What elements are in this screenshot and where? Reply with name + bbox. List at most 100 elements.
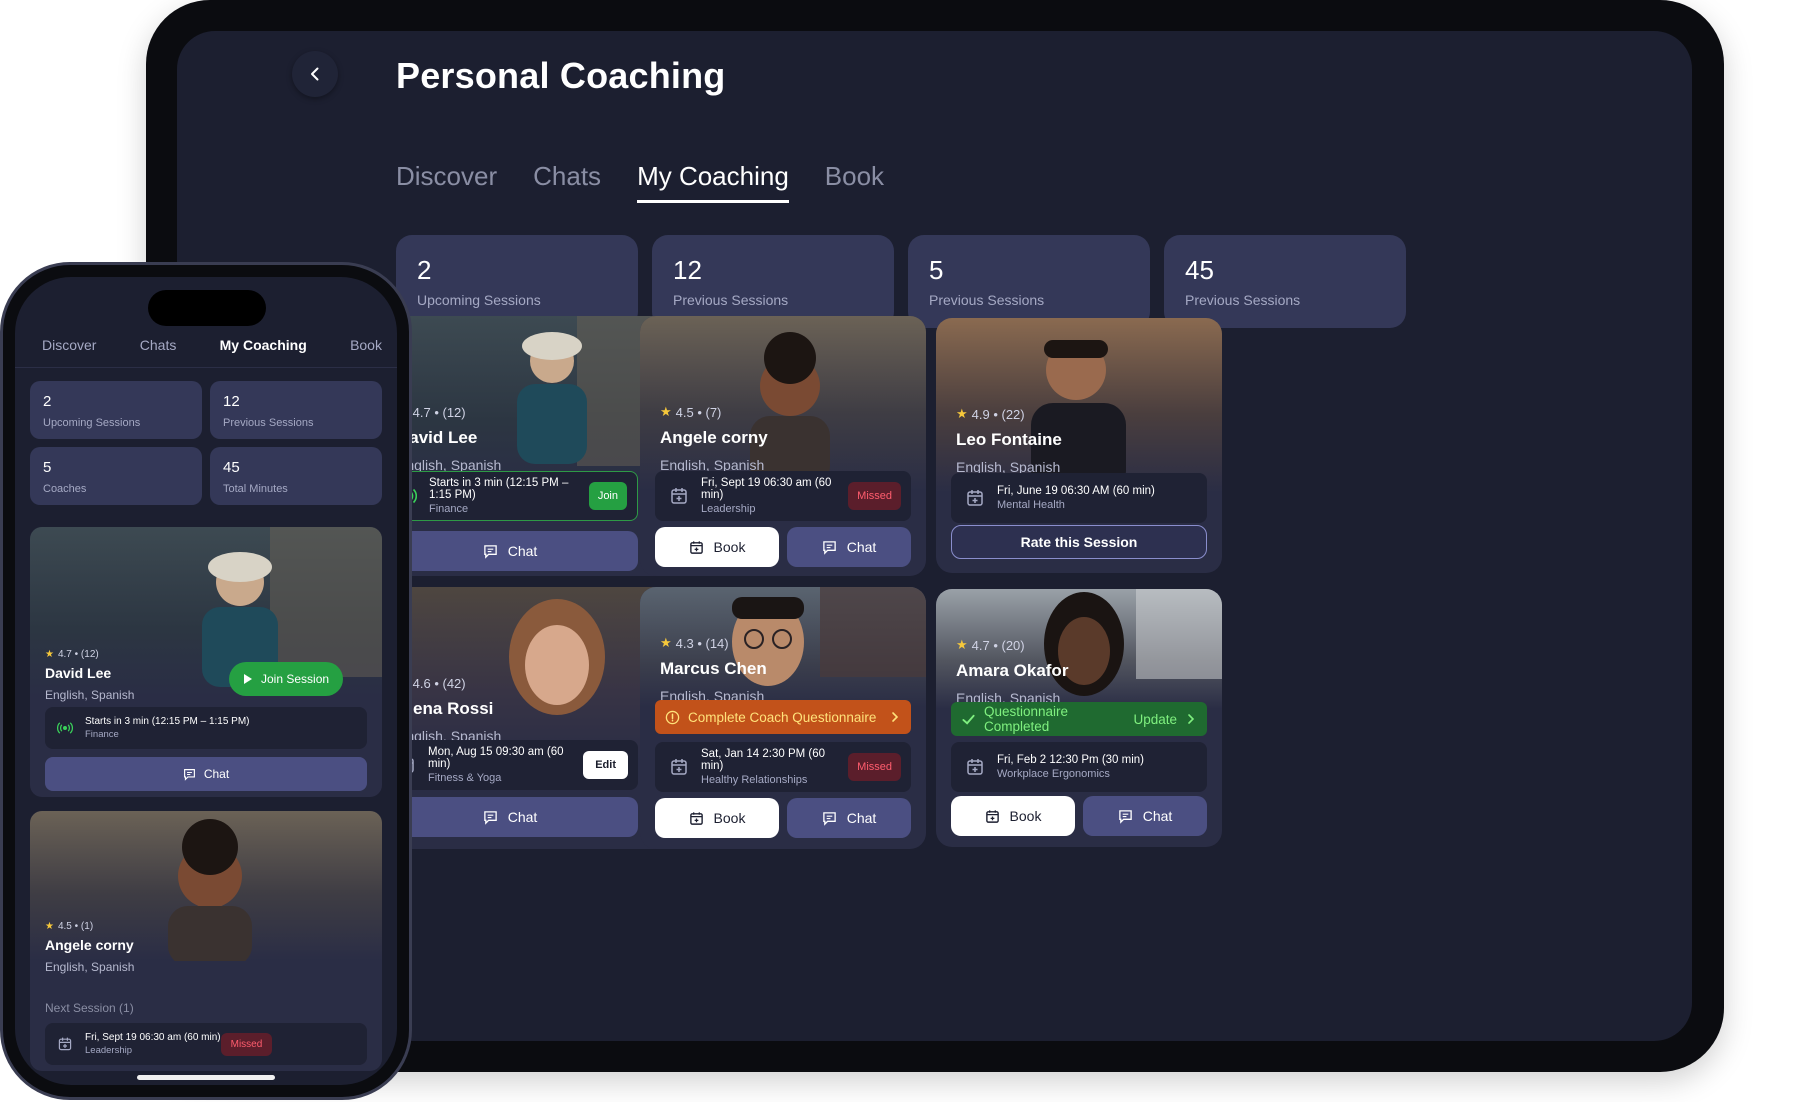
chat-label: Chat: [203, 767, 230, 781]
coach-card-elena-rossi[interactable]: ★4.6 • (42) Elena Rossi English, Spanish…: [377, 587, 684, 849]
book-button[interactable]: Book: [655, 798, 779, 838]
coach-rating: ★4.7 • (12): [397, 404, 501, 420]
coach-rating: ★4.6 • (42): [397, 675, 501, 691]
home-indicator[interactable]: [137, 1075, 275, 1080]
stat-card: 12 Previous Sessions: [210, 381, 382, 439]
chat-button[interactable]: Chat: [382, 797, 638, 837]
chat-label: Chat: [507, 543, 538, 559]
tab-my-coaching[interactable]: My Coaching: [637, 161, 789, 203]
chat-label: Chat: [846, 539, 877, 555]
rating-text: 4.7 • (20): [971, 637, 1025, 653]
tab-discover[interactable]: Discover: [42, 337, 96, 353]
session-time: Fri, Sept 19 06:30 am (60 min): [85, 1032, 221, 1043]
session-row[interactable]: Fri, Sept 19 06:30 am (60 min) Leadership…: [655, 471, 911, 521]
coach-name: Angele corny: [660, 428, 768, 447]
page-title: Personal Coaching: [396, 55, 726, 96]
rate-label: Rate this Session: [1020, 534, 1138, 550]
chevron-right-icon: [892, 712, 899, 722]
session-topic: Workplace Ergonomics: [997, 768, 1110, 780]
coach-rating: ★ 4.7 • (20): [956, 637, 1068, 653]
coach-card-angele-corny[interactable]: ★ 4.5 • (7) Angele corny English, Spanish…: [640, 316, 926, 576]
coach-card-marcus-chen[interactable]: ★ 4.3 • (14) Marcus Chen English, Spanish…: [640, 587, 926, 849]
chat-button[interactable]: Chat: [1083, 796, 1207, 836]
chat-bubble-icon: [483, 810, 497, 825]
coach-rating: ★ 4.5 • (7): [660, 404, 768, 420]
session-time: Fri, Feb 2 12:30 Pm (30 min): [997, 754, 1144, 766]
chevron-left-icon: [311, 67, 319, 81]
phone-tab-bar: Discover Chats My Coaching Book: [42, 337, 382, 353]
session-topic: Leadership: [85, 1045, 133, 1056]
join-session-button[interactable]: Join Session: [229, 662, 344, 696]
coach-name: Elena Rossi: [397, 699, 494, 718]
session-row[interactable]: Sat, Jan 14 2:30 PM (60 min) Healthy Rela…: [655, 742, 911, 792]
chat-label: Chat: [1142, 808, 1173, 824]
chat-button[interactable]: Chat: [45, 757, 367, 791]
coach-info: ★ 4.5 • (7) Angele corny English, Spanish: [660, 404, 768, 473]
coach-card-leo-fontaine[interactable]: ★ 4.9 • (22) Leo Fontaine English, Spanis…: [936, 318, 1222, 573]
stat-value: 45: [223, 459, 240, 476]
session-topic: Finance: [85, 729, 119, 740]
stat-value: 12: [673, 255, 702, 285]
rate-session-button[interactable]: Rate this Session: [951, 525, 1207, 559]
calendar-icon: [967, 759, 983, 775]
session-row[interactable]: Mon, Aug 15 09:30 am (60 min) Fitness & Y…: [382, 740, 638, 790]
coach-card-david-lee[interactable]: ★4.7 • (12) David Lee English, Spanish S…: [377, 316, 684, 576]
chat-button[interactable]: Chat: [382, 531, 638, 571]
session-row[interactable]: Fri, June 19 06:30 AM (60 min) Mental Hea…: [951, 473, 1207, 523]
chat-button[interactable]: Chat: [787, 798, 911, 838]
star-icon: ★: [660, 635, 672, 650]
session-row[interactable]: Starts in 3 min (12:15 PM – 1:15 PM) Fina…: [45, 707, 367, 749]
calendar-icon: [671, 488, 687, 504]
coach-name: Amara Okafor: [956, 661, 1069, 680]
session-row[interactable]: Fri, Sept 19 06:30 am (60 min) Leadership…: [45, 1023, 367, 1065]
questionnaire-banner[interactable]: Complete Coach Questionnaire: [655, 700, 911, 734]
stat-card: 2 Upcoming Sessions: [396, 235, 638, 328]
book-label: Book: [713, 810, 746, 826]
star-icon: ★: [45, 649, 54, 660]
play-icon: [244, 674, 252, 684]
book-button[interactable]: Book: [655, 527, 779, 567]
phone-stats-grid: 2 Upcoming Sessions 12 Previous Sessions 5…: [30, 381, 382, 505]
session-time: Starts in 3 min (12:15 PM – 1:15 PM): [85, 716, 250, 727]
book-button[interactable]: Book: [951, 796, 1075, 836]
tab-discover[interactable]: Discover: [396, 161, 497, 203]
tab-chats[interactable]: Chats: [533, 161, 601, 203]
coach-card-angele-corny[interactable]: ★ 4.5 • (1) Angele corny English, Spanish…: [30, 811, 382, 1071]
calendar-icon: [58, 1037, 72, 1051]
session-time: Sat, Jan 14 2:30 PM (60 min): [701, 748, 826, 772]
tab-book[interactable]: Book: [825, 161, 884, 203]
rating-text: 4.3 • (14): [675, 635, 729, 651]
stat-card: 12 Previous Sessions: [652, 235, 894, 328]
missed-badge: Missed: [220, 1032, 273, 1056]
star-icon: ★: [45, 921, 54, 932]
tab-my-coaching[interactable]: My Coaching: [220, 337, 307, 353]
dynamic-island: [148, 290, 266, 326]
stat-label: Upcoming Sessions: [43, 417, 141, 429]
chat-bubble-icon: [1118, 809, 1132, 824]
session-time: Starts in 3 min (12:15 PM – 1:15 PM): [429, 477, 569, 501]
book-label: Book: [713, 539, 746, 555]
session-row[interactable]: Starts in 3 min (12:15 PM – 1:15 PM) Fina…: [382, 471, 638, 521]
questionnaire-completed-banner[interactable]: Questionnaire Completed Update: [951, 702, 1207, 736]
stat-card: 5 Previous Sessions: [908, 235, 1150, 328]
chat-button[interactable]: Chat: [787, 527, 911, 567]
tab-book[interactable]: Book: [350, 337, 382, 353]
tab-chats[interactable]: Chats: [140, 337, 177, 353]
join-button[interactable]: Join: [588, 482, 627, 510]
next-session-label: Next Session (1): [45, 1001, 134, 1015]
rating-text: 4.5 • (1): [57, 921, 94, 932]
chat-bubble-icon: [483, 544, 497, 559]
rating-text: 4.7 • (12): [57, 649, 99, 660]
missed-badge: Missed: [848, 482, 901, 510]
update-link[interactable]: Update: [1133, 712, 1177, 727]
session-topic: Mental Health: [997, 499, 1065, 511]
coach-card-amara-okafor[interactable]: ★ 4.7 • (20) Amara Okafor English, Spanis…: [936, 589, 1222, 847]
session-row[interactable]: Fri, Feb 2 12:30 Pm (30 min) Workplace Er…: [951, 742, 1207, 792]
stat-label: Previous Sessions: [223, 417, 314, 429]
stats-row: 2 Upcoming Sessions 12 Previous Sessions 5…: [396, 235, 1406, 328]
back-button[interactable]: [292, 51, 338, 97]
edit-button[interactable]: Edit: [583, 751, 628, 779]
session-topic: Leadership: [701, 503, 756, 515]
calendar-plus-icon: [689, 811, 703, 825]
coach-card-david-lee[interactable]: ★ 4.7 • (12) David Lee English, Spanish J…: [30, 527, 382, 797]
